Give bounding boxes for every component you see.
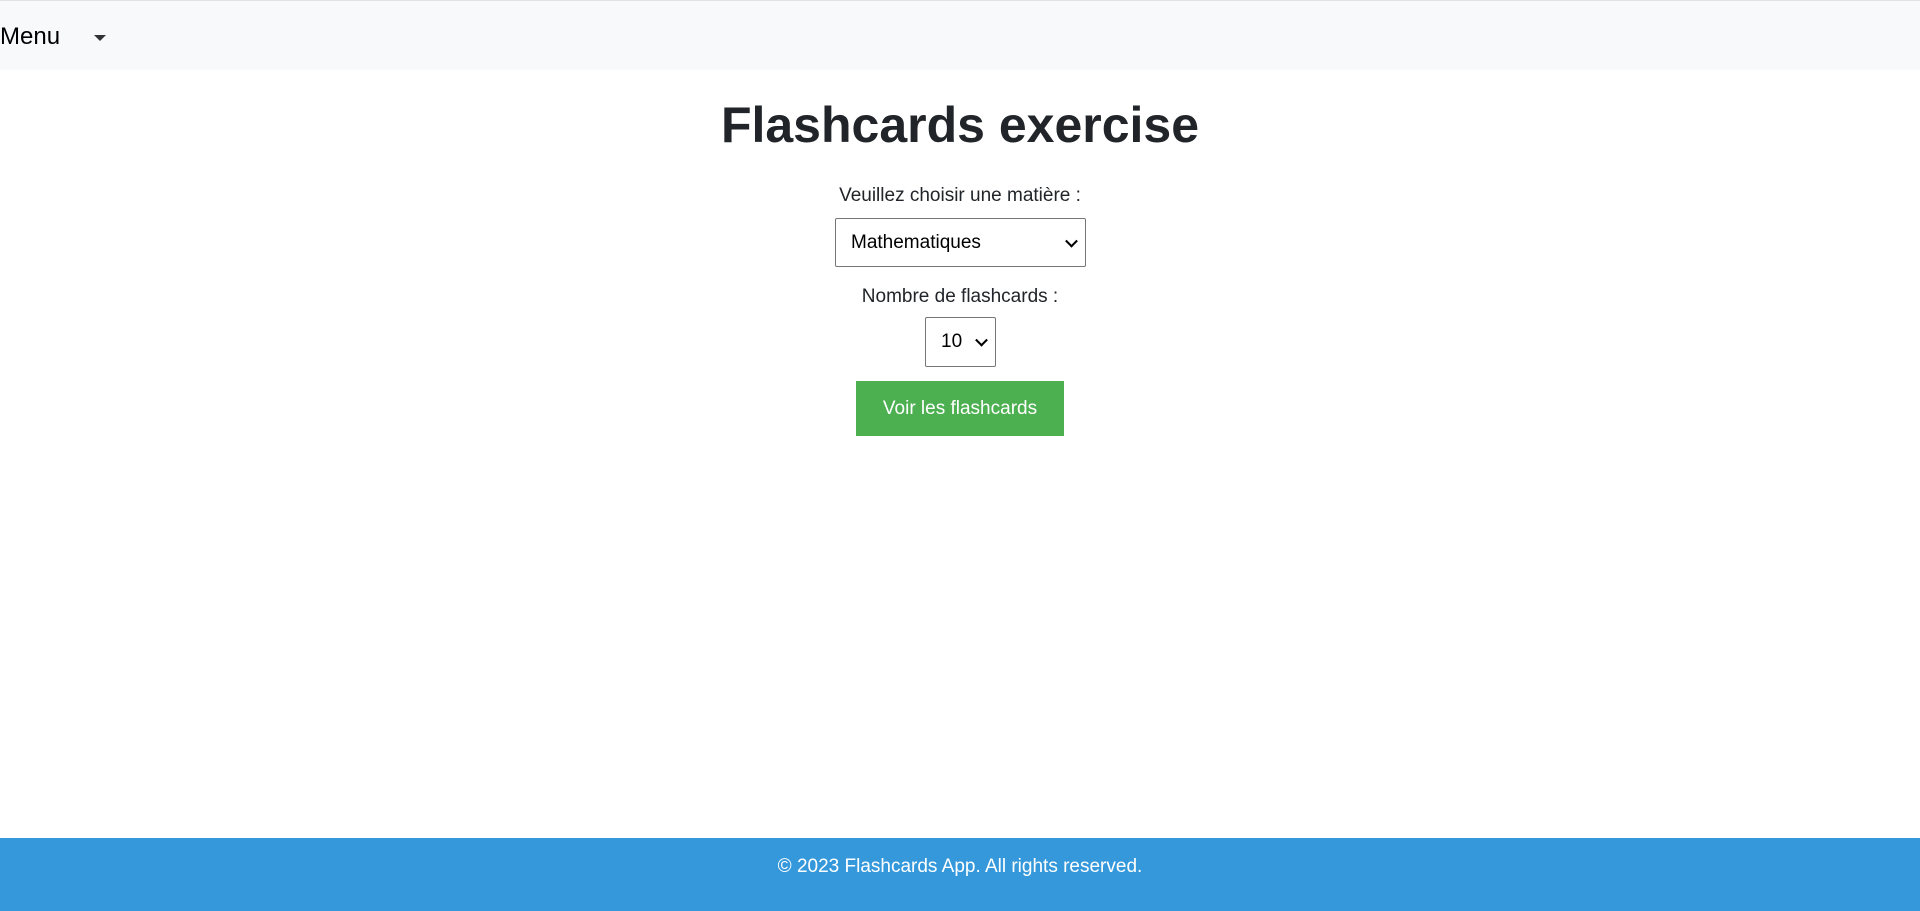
view-flashcards-button[interactable]: Voir les flashcards (856, 381, 1064, 436)
caret-down-icon (94, 35, 106, 41)
count-selected-value: 10 (941, 331, 963, 352)
navbar: Menu (0, 0, 1920, 70)
chevron-down-icon (1065, 234, 1078, 248)
count-select[interactable]: 10 (925, 317, 996, 367)
page-title: Flashcards exercise (720, 97, 1200, 153)
menu-dropdown-toggle[interactable]: Menu (0, 23, 106, 51)
footer-copyright: © 2023 Flashcards App. All rights reserv… (777, 856, 1143, 877)
subject-selected-value: Mathematiques (851, 231, 981, 253)
count-label: Nombre de flashcards : (861, 286, 1059, 307)
chevron-down-icon (975, 333, 988, 347)
menu-label: Menu (0, 23, 61, 50)
subject-label: Veuillez choisir une matière : (839, 185, 1081, 206)
footer: © 2023 Flashcards App. All rights reserv… (0, 838, 1920, 911)
subject-select[interactable]: Mathematiques (835, 218, 1086, 267)
